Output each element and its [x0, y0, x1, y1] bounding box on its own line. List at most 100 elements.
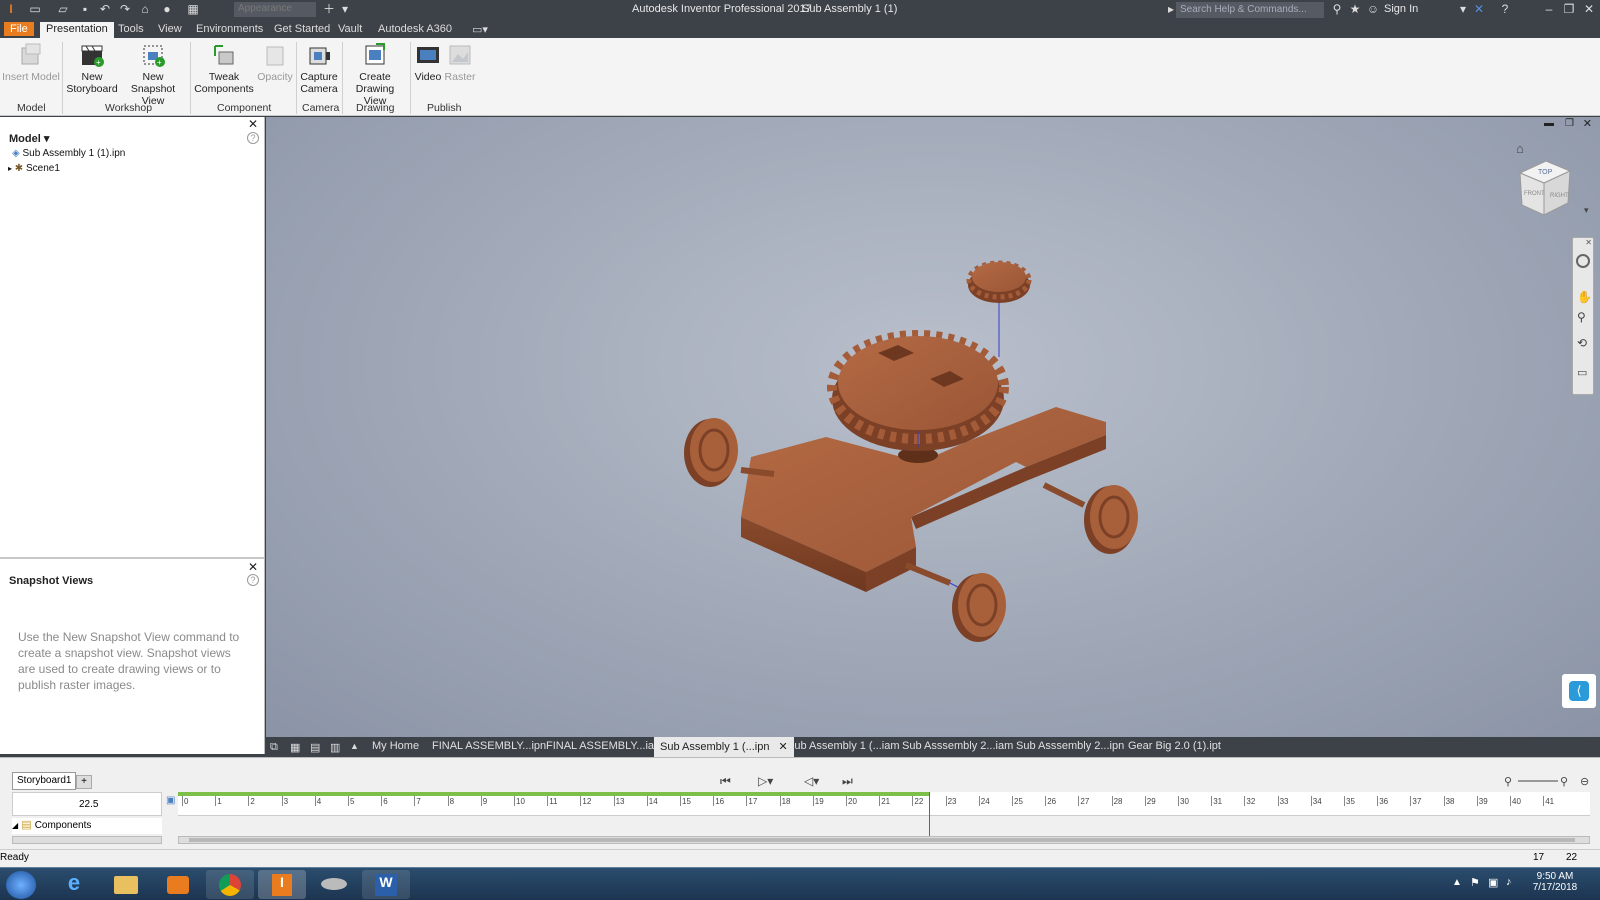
restore-icon[interactable]: ❐ [1562, 3, 1576, 16]
undo-icon[interactable]: ↶ [98, 3, 112, 16]
tree-item-root[interactable]: ◈ Sub Assembly 1 (1).ipn [12, 148, 125, 159]
help-icon[interactable]: ? [247, 132, 259, 144]
assembly-model[interactable] [266, 117, 1600, 737]
expand-arrow-icon[interactable]: ▸ [8, 164, 12, 173]
clock[interactable]: 9:50 AM 7/17/2018 [1530, 871, 1580, 893]
inventor-logo-icon[interactable]: I [4, 3, 18, 16]
help-icon[interactable]: ? [1498, 3, 1512, 16]
go-to-end-icon[interactable]: ⏭ [842, 774, 853, 789]
view-cube-top[interactable]: TOP [1538, 169, 1553, 176]
steering-wheel-icon[interactable] [1576, 254, 1590, 268]
search-input[interactable]: Search Help & Commands... [1176, 2, 1324, 18]
word-icon[interactable]: W [362, 870, 410, 899]
pan-icon[interactable]: ✋ [1577, 290, 1592, 304]
inventor-taskbar-icon[interactable]: I [258, 870, 306, 899]
add-storyboard-button[interactable]: + [76, 775, 92, 789]
opacity-button[interactable]: Opacity [256, 42, 294, 83]
tile-horizontal-icon[interactable]: ▤ [310, 741, 320, 754]
timeline-scrollbar[interactable] [178, 836, 1590, 844]
zoom-icon[interactable]: ⚲ [1577, 310, 1586, 324]
close-icon[interactable]: ✕ [248, 117, 258, 131]
reverse-play-icon[interactable]: ◁▾ [804, 774, 819, 788]
zoom-out-icon[interactable]: ⚲ [1504, 775, 1512, 788]
calendar-icon[interactable]: ▣ [166, 795, 175, 806]
share-button[interactable]: ⟨ [1562, 674, 1596, 708]
media-player-icon[interactable] [154, 870, 202, 899]
capture-camera-button[interactable]: Capture Camera [298, 42, 340, 95]
measure-icon[interactable]: ＋ [322, 3, 336, 16]
sign-in-link[interactable]: Sign In [1384, 3, 1418, 15]
new-storyboard-button[interactable]: + New Storyboard [66, 42, 118, 95]
flag-icon[interactable]: ⚑ [1470, 876, 1480, 889]
view-cube-menu-icon[interactable]: ▾ [1584, 205, 1589, 216]
insert-model-button[interactable]: Insert Model [2, 42, 60, 83]
tab-vault[interactable]: Vault [332, 22, 368, 36]
binoculars-icon[interactable]: ⚲ [1330, 3, 1344, 16]
tab-tools[interactable]: Tools [112, 22, 150, 36]
go-to-start-icon[interactable]: ⏮ [720, 774, 731, 789]
play-icon[interactable]: ▷▾ [758, 774, 773, 788]
cascade-windows-icon[interactable]: ⧉ [270, 741, 278, 754]
volume-icon[interactable]: ♪ [1506, 876, 1512, 888]
doc-tab-gear-big[interactable]: Gear Big 2.0 (1).ipt [1128, 740, 1221, 752]
file-menu[interactable]: File [4, 22, 34, 36]
doc-tab-sub-asssembly-2-iam[interactable]: Sub Asssembly 2...iam [902, 740, 1013, 752]
wheel-rear-right[interactable] [1042, 482, 1138, 554]
file-explorer-icon[interactable] [102, 870, 150, 899]
zoom-in-icon[interactable]: ⚲ [1560, 775, 1568, 788]
material-icon[interactable]: ● [160, 3, 174, 16]
document-list-icon[interactable]: ▲ [350, 741, 359, 751]
home-icon[interactable]: ⌂ [138, 3, 152, 16]
zoom-slider[interactable] [1518, 780, 1558, 782]
start-button[interactable] [6, 871, 36, 899]
panel-options-icon[interactable]: ▭▾ [466, 22, 494, 37]
orbit-icon[interactable]: ⟲ [1577, 336, 1587, 350]
appearance-dropdown[interactable]: Appearance [234, 2, 316, 17]
doc-tab-final-assembly-iam[interactable]: FINAL ASSEMBLY...iam [546, 740, 663, 752]
minimize-icon[interactable]: – [1542, 3, 1556, 16]
tab-presentation[interactable]: Presentation [40, 22, 114, 39]
tile-vertical-icon[interactable]: ▥ [330, 741, 340, 754]
settings-icon[interactable]: ⊖ [1580, 775, 1589, 788]
current-time-field[interactable]: 22.5 [12, 792, 162, 816]
chevron-down-icon[interactable]: ▾ [1456, 3, 1470, 16]
close-icon[interactable]: ✕ [1582, 3, 1596, 16]
close-icon[interactable]: ✕ [248, 560, 258, 574]
look-at-icon[interactable]: ▭ [1577, 366, 1587, 379]
chrome-icon[interactable] [206, 870, 254, 899]
new-file-icon[interactable]: ▭ [28, 3, 42, 16]
redo-icon[interactable]: ↷ [118, 3, 132, 16]
close-icon[interactable]: ✕ [1585, 238, 1592, 247]
help-icon[interactable]: ? [247, 574, 259, 586]
timeline-playhead[interactable] [929, 792, 930, 842]
left-scrollbar[interactable] [12, 836, 162, 844]
tab-view[interactable]: View [152, 22, 188, 36]
components-track[interactable]: ◢ ▤ Components [12, 818, 162, 834]
star-icon[interactable]: ★ [1348, 3, 1362, 16]
view-cube[interactable]: TOP FRONT RIGHT [1512, 155, 1578, 225]
save-icon[interactable]: ▪ [78, 3, 92, 16]
doc-tab-my-home[interactable]: My Home [372, 740, 419, 752]
create-drawing-view-button[interactable]: Create Drawing View [344, 42, 406, 107]
customize-icon[interactable]: ▾ [338, 3, 352, 16]
collapse-arrow-icon[interactable]: ◢ [12, 821, 18, 830]
home-view-icon[interactable]: ⌂ [1516, 141, 1524, 156]
wheel-front-right[interactable] [904, 562, 1006, 642]
doc-tab-sub-assembly-1-ipn[interactable]: Sub Assembly 1 (...ipn ✕ [654, 737, 794, 757]
doc-tab-final-assembly-ipn[interactable]: FINAL ASSEMBLY...ipn [432, 740, 546, 752]
view-cube-front[interactable]: FRONT [1524, 191, 1545, 197]
graphics-viewport[interactable]: ▬ ❐ ✕ ⌂ TOP FRONT RIGHT ▾ ✕ ✋ ⚲ ⟲ ▭ ⟨ [266, 117, 1600, 737]
app-icon[interactable] [310, 870, 358, 899]
update-icon[interactable]: ▦ [186, 3, 200, 16]
view-cube-right[interactable]: RIGHT [1550, 193, 1569, 199]
large-gear[interactable] [827, 330, 1009, 451]
open-file-icon[interactable]: ▱ [56, 3, 70, 16]
internet-explorer-icon[interactable]: e [50, 870, 98, 899]
model-browser-dropdown[interactable]: Model ▾ [9, 132, 49, 145]
timeline-ruler[interactable]: 0 1 2 3 4 5 6 7 8 9 10 11 12 13 14 15 16 17 18 19 20 21 22 23 24… [178, 792, 1590, 816]
timeline-scroll-thumb[interactable] [189, 838, 1575, 842]
doc-tab-sub-asssembly-2-ipn[interactable]: Sub Asssembly 2...ipn [1016, 740, 1124, 752]
show-hidden-icons[interactable]: ▲ [1452, 877, 1462, 888]
tile-windows-icon[interactable]: ▦ [290, 741, 300, 754]
new-snapshot-view-button[interactable]: + New Snapshot View [120, 42, 186, 107]
